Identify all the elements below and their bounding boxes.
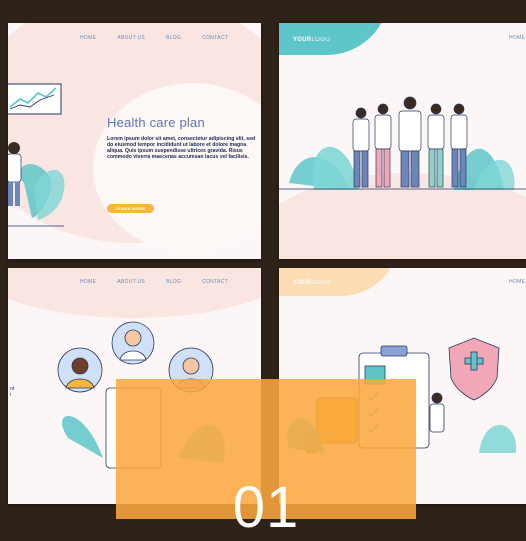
nav-about-us[interactable]: ABOUT US [117, 279, 145, 285]
nav-home[interactable]: HOME [509, 279, 525, 285]
nav-about-us[interactable]: ABOUT US [117, 35, 145, 41]
doctors-team-illustration [279, 96, 526, 190]
nav-contact[interactable]: CONTACT [202, 279, 228, 285]
logo-bold: YOUR [293, 37, 312, 43]
chart-board-icon [8, 83, 62, 115]
nav-home[interactable]: HOME [80, 35, 96, 41]
top-nav: HOME [509, 279, 525, 285]
logo-light: LOGO [311, 280, 331, 286]
nav-home[interactable]: HOME [509, 35, 525, 41]
top-nav: HOME [509, 35, 525, 41]
top-nav: HOME ABOUT US BLOG CONTACT [80, 279, 228, 285]
top-nav: HOME ABOUT US BLOG CONTACT [80, 35, 228, 41]
learn-more-button[interactable]: LEARN MORE [107, 204, 154, 213]
slide-number: 01 [232, 475, 300, 540]
logo-bold: YOUR [293, 280, 312, 286]
cut-off-text: nt r [10, 386, 15, 398]
logo: YOURLOGO [293, 280, 330, 286]
nav-contact[interactable]: CONTACT [202, 35, 228, 41]
logo: YOURLOGO [293, 37, 330, 43]
page-title: Health care plan [107, 115, 205, 130]
landing-page-health-care-plan: HOME ABOUT US BLOG CONTACT Health care p… [8, 23, 261, 259]
nav-home[interactable]: HOME [80, 279, 96, 285]
nav-blog[interactable]: BLOG [166, 279, 181, 285]
landing-page-medical-team: YOURLOGO HOME [279, 23, 526, 259]
number-overlay: 01 [116, 379, 416, 540]
doctor-illustration [8, 142, 65, 227]
nav-blog[interactable]: BLOG [166, 35, 181, 41]
intro-paragraph: Lorem ipsum dolor sit amet, consectetur … [107, 136, 256, 161]
logo-light: LOGO [311, 37, 331, 43]
